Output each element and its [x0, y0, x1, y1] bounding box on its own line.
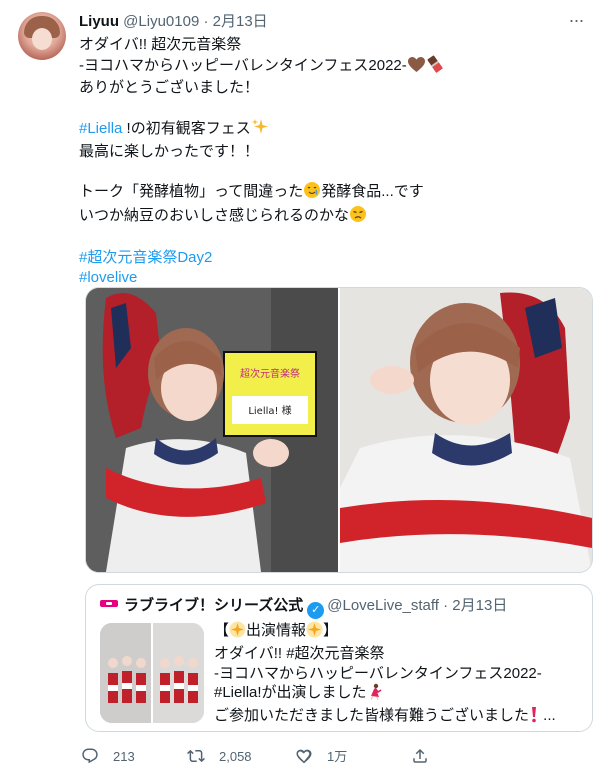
lovelive-logo-icon	[100, 600, 118, 607]
disappointed-face-icon	[349, 205, 367, 229]
separator-dot: ·	[443, 597, 449, 614]
quoted-tweet-text: 【出演情報】 オダイバ!! #超次元音楽祭 -ヨコハマからハッピーバレンタインフ…	[214, 621, 584, 729]
quoted-tweet-header: ラブライブ！シリーズ公式 ✓ @LoveLive_staff · 2月13日	[100, 596, 507, 619]
text-line: 最高に楽しかったです！！	[79, 142, 260, 160]
more-options-icon[interactable]: ···	[565, 10, 587, 32]
hashtag-liella-link[interactable]: #Liella	[79, 120, 122, 137]
brown-heart-icon	[407, 56, 426, 79]
like-button[interactable]: 1万	[295, 744, 347, 770]
text-line: -ヨコハマからハッピーバレンタインフェス2022-	[214, 664, 542, 682]
sparkles-icon	[251, 118, 269, 142]
text-line: 出演情報	[246, 622, 307, 639]
photo-left[interactable]: 超次元音楽祭 Liella! 様	[86, 288, 338, 572]
reply-icon	[82, 748, 98, 764]
tweet-text: オダイバ!! 超次元音楽祭 -ヨコハマからハッピーバレンタインフェス2022- …	[79, 35, 579, 287]
media-grid: 超次元音楽祭 Liella! 様	[85, 287, 593, 573]
dizzy-star-icon	[229, 621, 246, 644]
crying-smile-face-icon	[303, 181, 321, 205]
tweet[interactable]: Liyuu @Liyu0109 · 2月13日 ··· オダイバ!! 超次元音楽…	[0, 0, 599, 778]
text-line: オダイバ!! 超次元音楽祭	[79, 36, 242, 53]
avatar[interactable]	[18, 12, 66, 60]
retweet-count: 2,058	[219, 749, 252, 764]
text-line: オダイバ!! #超次元音楽祭	[214, 644, 385, 662]
author-name[interactable]: Liyuu	[79, 13, 119, 30]
heart-icon	[296, 749, 312, 764]
dizzy-star-icon	[306, 621, 323, 644]
text-line: いつか納豆のおいしさ感じられるのかな	[79, 206, 350, 224]
hashtag-lovelive-link[interactable]: #lovelive	[79, 269, 137, 286]
quoted-tweet[interactable]: ラブライブ！シリーズ公式 ✓ @LoveLive_staff · 2月13日 【…	[85, 584, 593, 732]
quoted-author-handle[interactable]: @LoveLive_staff	[327, 597, 439, 614]
sign-label: Liella! 様	[248, 404, 291, 417]
text-line: 発酵食品...です	[321, 182, 424, 200]
quoted-author-name[interactable]: ラブライブ！シリーズ公式	[124, 597, 303, 614]
text-line: ...	[539, 707, 556, 725]
separator-dot: ·	[203, 13, 209, 30]
reply-button[interactable]: 213	[81, 744, 135, 770]
text-line: 】	[323, 622, 339, 639]
red-exclamation-icon	[529, 706, 539, 729]
tweet-header: Liyuu @Liyu0109 · 2月13日	[79, 11, 579, 33]
share-button[interactable]	[411, 744, 443, 770]
text-line: -ヨコハマからハッピーバレンタインフェス2022-	[79, 56, 407, 74]
sign-title: 超次元音楽祭	[240, 367, 300, 380]
text-line: 【	[214, 622, 230, 639]
hashtag-day2-link[interactable]: #超次元音楽祭Day2	[79, 249, 212, 266]
author-handle[interactable]: @Liyu0109	[123, 13, 199, 30]
dancer-icon	[367, 683, 383, 706]
retweet-button[interactable]: 2,058	[187, 744, 252, 770]
text-line: ご参加いただきました皆様有難うございました	[214, 707, 530, 725]
reply-count: 213	[113, 749, 135, 764]
text-line: #Liella!が出演しました	[214, 684, 367, 702]
photo-right[interactable]	[340, 288, 592, 572]
share-icon	[413, 748, 427, 763]
tweet-actions: 213 2,058 1万	[79, 744, 579, 770]
text-line: ありがとうございました！	[79, 79, 260, 97]
like-count: 1万	[327, 749, 348, 764]
retweet-icon	[187, 749, 205, 763]
text-line: トーク「発酵植物」って間違った	[79, 182, 304, 200]
chocolate-icon	[426, 55, 444, 79]
tweet-date[interactable]: 2月13日	[213, 13, 268, 30]
quoted-media-thumbnail[interactable]	[100, 623, 204, 723]
verified-badge-icon: ✓	[307, 602, 325, 619]
text-line: !の初有観客フェス	[122, 119, 251, 137]
quoted-tweet-date[interactable]: 2月13日	[452, 597, 507, 614]
